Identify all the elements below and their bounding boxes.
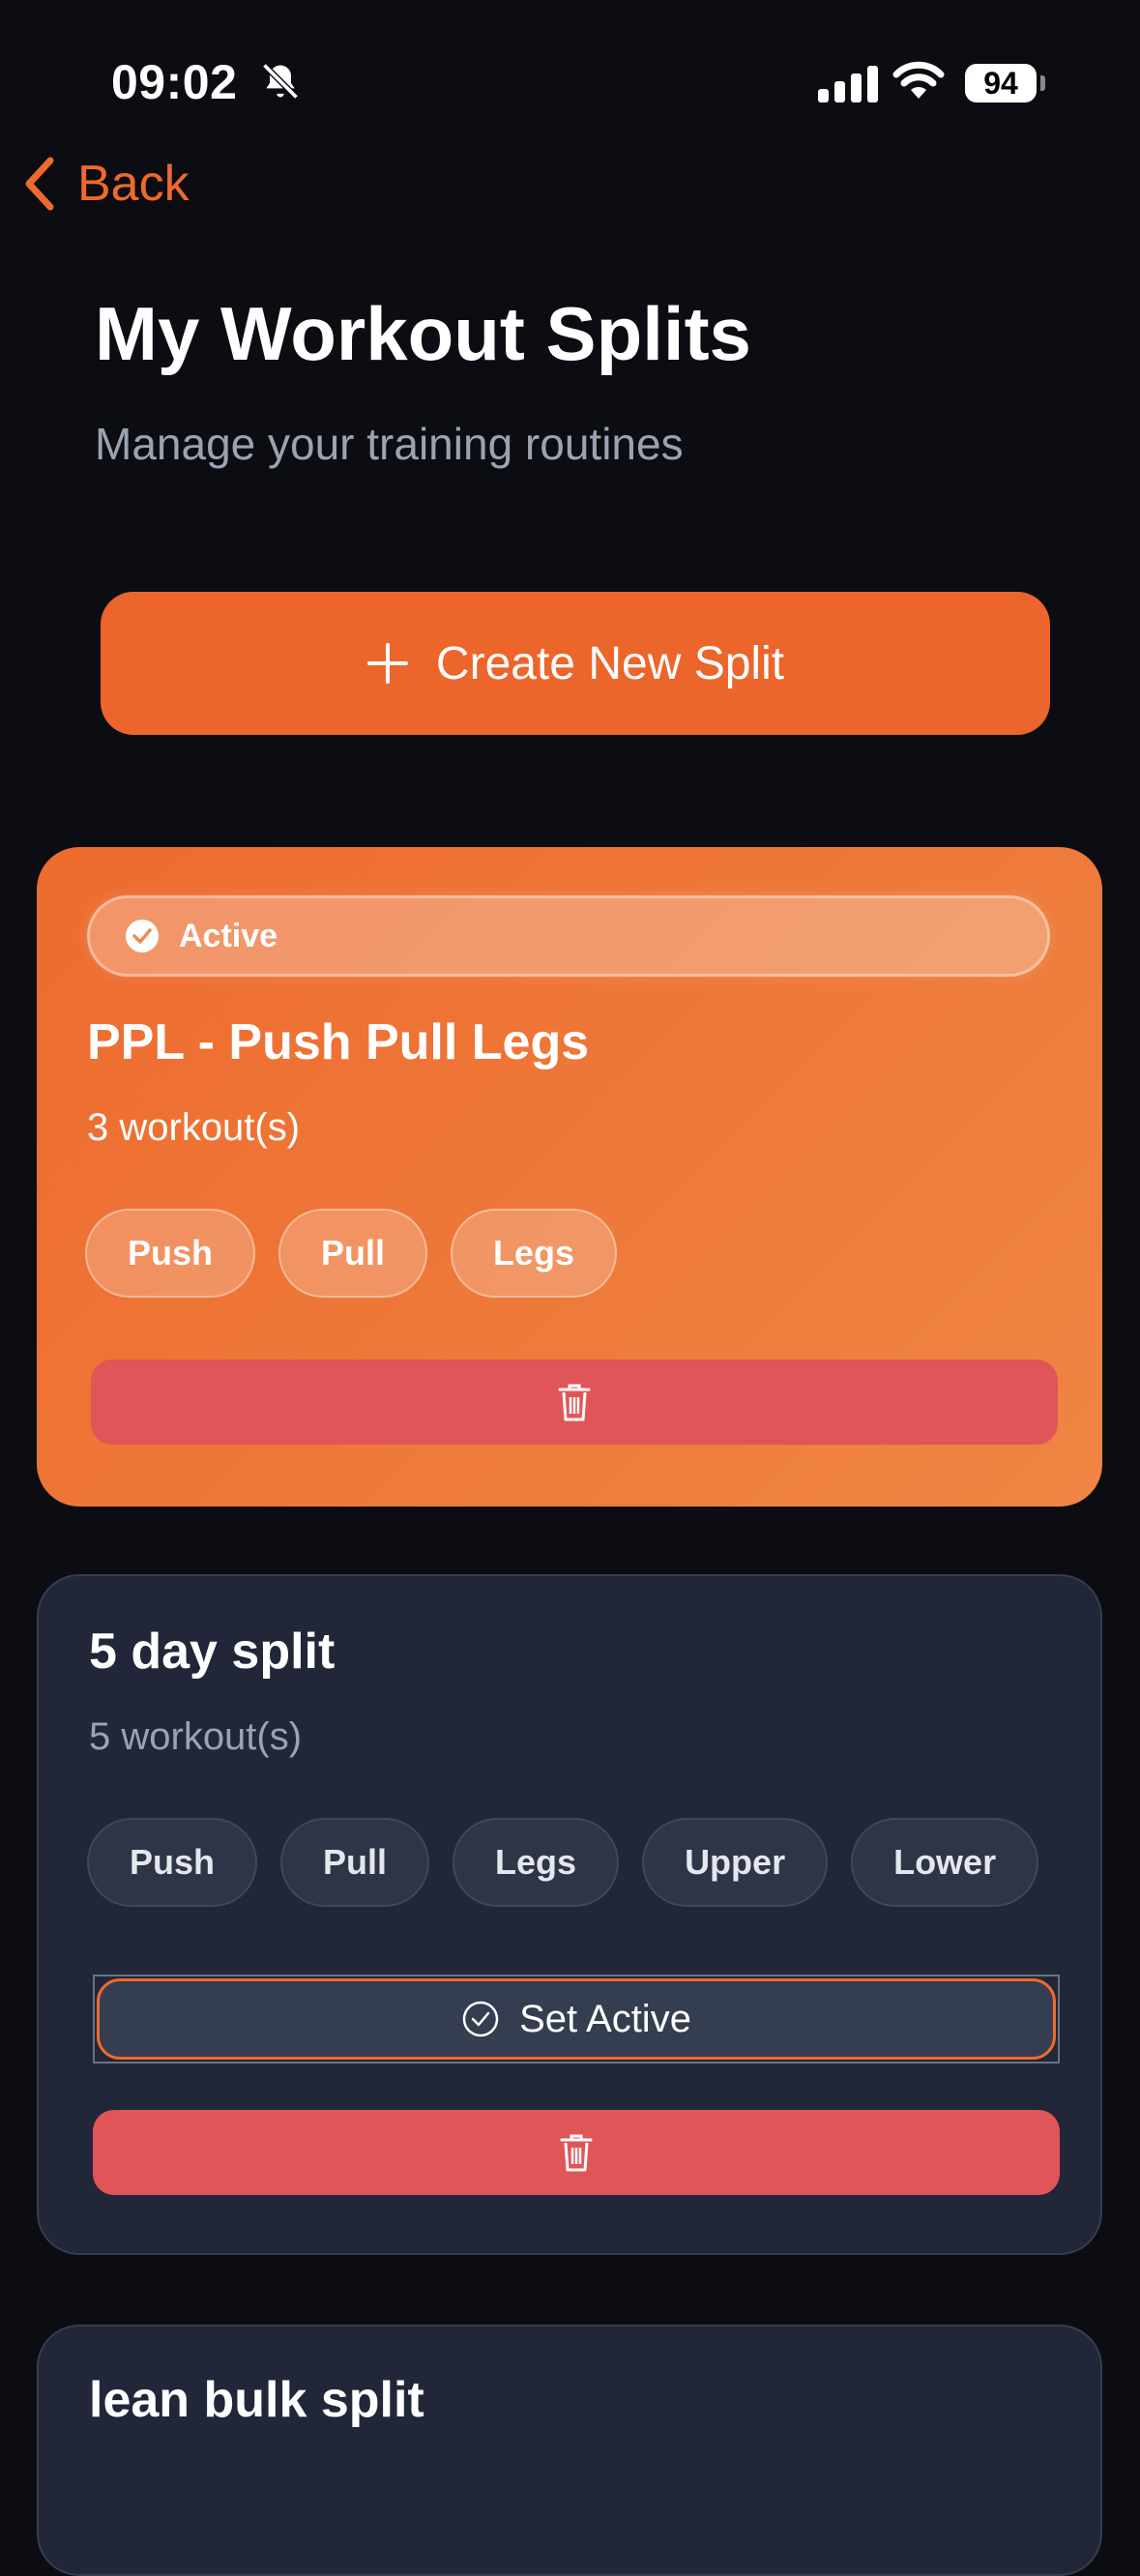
workout-tag: Lower bbox=[851, 1818, 1039, 1907]
check-circle-icon bbox=[126, 920, 159, 952]
workout-tag: Legs bbox=[453, 1818, 620, 1907]
create-new-split-button[interactable]: Create New Split bbox=[101, 592, 1050, 735]
split-title: lean bulk split bbox=[89, 2372, 424, 2428]
delete-split-button[interactable] bbox=[93, 2110, 1060, 2195]
workout-tag: Legs bbox=[451, 1209, 618, 1298]
set-active-focus-ring: Set Active bbox=[93, 1975, 1060, 2064]
back-label: Back bbox=[77, 156, 190, 212]
back-button[interactable]: Back bbox=[21, 145, 190, 222]
battery-tip bbox=[1040, 75, 1045, 91]
workout-tag: Pull bbox=[280, 1818, 430, 1907]
trash-icon bbox=[560, 2134, 593, 2172]
chevron-left-icon bbox=[25, 157, 54, 211]
cellular-signal-icon bbox=[818, 66, 878, 107]
page-subtitle: Manage your training routines bbox=[95, 419, 684, 469]
check-circle-icon bbox=[462, 2001, 499, 2037]
split-card[interactable]: 5 day split 5 workout(s) Push Pull Legs … bbox=[37, 1574, 1102, 2255]
delete-split-button[interactable] bbox=[91, 1360, 1058, 1445]
status-bar: 09:02 94 bbox=[0, 0, 1140, 169]
plus-icon bbox=[366, 642, 409, 685]
workout-tag: Pull bbox=[278, 1209, 428, 1298]
workout-count: 5 workout(s) bbox=[89, 1715, 303, 1758]
set-active-button[interactable]: Set Active bbox=[97, 1978, 1056, 2060]
create-new-split-label: Create New Split bbox=[435, 637, 785, 689]
bell-slash-icon bbox=[259, 60, 302, 107]
split-title: 5 day split bbox=[89, 1624, 336, 1680]
page-title: My Workout Splits bbox=[95, 291, 751, 376]
battery-indicator: 94 bbox=[965, 64, 1037, 102]
wifi-icon bbox=[892, 60, 946, 107]
status-time: 09:02 bbox=[111, 55, 238, 109]
workout-tag: Upper bbox=[642, 1818, 829, 1907]
active-badge-label: Active bbox=[179, 917, 278, 954]
active-badge: Active bbox=[87, 895, 1050, 977]
split-card-active[interactable]: Active PPL - Push Pull Legs 3 workout(s)… bbox=[37, 847, 1102, 1507]
trash-icon bbox=[558, 1384, 591, 1421]
split-card[interactable]: lean bulk split bbox=[37, 2325, 1102, 2576]
workout-tags: Push Pull Legs Upper Lower bbox=[87, 1818, 1039, 1907]
workout-tag: Push bbox=[87, 1818, 258, 1907]
set-active-label: Set Active bbox=[519, 1997, 691, 2040]
split-title: PPL - Push Pull Legs bbox=[87, 1014, 590, 1070]
workout-tag: Push bbox=[85, 1209, 256, 1298]
workout-tags: Push Pull Legs bbox=[85, 1209, 618, 1298]
workout-count: 3 workout(s) bbox=[87, 1106, 301, 1149]
